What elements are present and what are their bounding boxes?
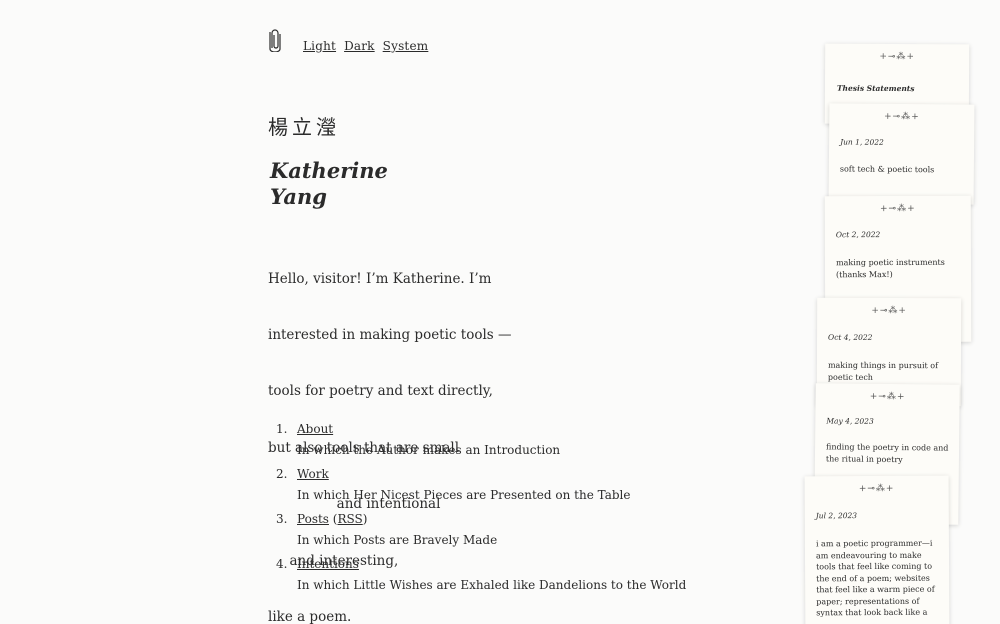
english-name: Katherine Yang [270,158,388,210]
rss-link[interactable]: RSS [337,512,362,526]
paperclip-icon[interactable] [268,28,282,52]
theme-switcher: Light Dark System [303,39,432,53]
work-link[interactable]: Work [297,467,329,481]
toc-number: 3. [276,512,288,526]
card-text: finding the poetry in code and the ritua… [825,442,949,464]
intro-line: Hello, visitor! I’m Katherine. I’m [268,270,492,287]
card-text: soft tech & poetic tools [839,164,935,175]
ornament: +⊸⁂+ [869,391,906,403]
card-text: making things in pursuit of poetic tech [827,360,939,382]
ornament: +⊸⁂+ [883,111,920,123]
toc-item-intentions: 4. Intentions In which Little Wishes are… [276,557,686,592]
thesis-card[interactable]: +⊸⁂+ Jul 2, 2023 i am a poetic programme… [804,475,950,624]
card-date: Oct 4, 2022 [828,332,873,342]
intro-line: like a poem. [268,608,352,624]
toc-description: In which Posts are Bravely Made [297,533,498,547]
thesis-card[interactable]: +⊸⁂+ Jun 1, 2022 soft tech & poetic tool… [828,103,975,205]
ornament: +⊸⁂+ [879,51,915,63]
first-name: Katherine [270,158,388,183]
ornament: +⊸⁂+ [858,483,895,495]
last-name: Yang [270,184,327,209]
card-date: Jul 2, 2023 [815,511,858,521]
card-date: Jun 1, 2022 [840,137,884,147]
toc-number: 1. [276,422,288,436]
intro-line: tools for poetry and text directly, [268,383,493,400]
toc-item-work: 2. Work In which Her Nicest Pieces are P… [276,467,686,502]
theme-light-link[interactable]: Light [303,39,336,53]
theme-dark-link[interactable]: Dark [344,39,375,53]
ornament: +⊸⁂+ [879,203,916,215]
intentions-link[interactable]: Intentions [297,557,359,571]
ornament: +⊸⁂+ [871,305,907,317]
card-date: May 4, 2023 [826,416,874,426]
table-of-contents: 1. About In which the Author makes an In… [276,422,686,602]
toc-description: In which Little Wishes are Exhaled like … [297,578,687,592]
toc-number: 4. [276,557,288,571]
paren-close: ) [362,512,368,526]
toc-description: In which the Author makes an Introductio… [297,443,561,457]
card-text: making poetic instruments (thanks Max!) [835,257,945,279]
toc-item-about: 1. About In which the Author makes an In… [276,422,686,457]
toc-number: 2. [276,467,288,481]
toc-item-posts: 3. Posts (RSS) In which Posts are Bravel… [276,512,686,547]
about-link[interactable]: About [297,422,333,436]
card-text: i am a poetic programmer—i am endeavouri… [815,538,935,618]
posts-link[interactable]: Posts [297,512,329,526]
cjk-name: 楊立瀅 [268,115,340,139]
theme-system-link[interactable]: System [383,39,429,53]
toc-description: In which Her Nicest Pieces are Presented… [297,488,631,502]
card-date: Oct 2, 2022 [835,230,881,240]
intro-line: interested in making poetic tools — [268,326,512,343]
card-heading: Thesis Statements [836,83,915,94]
